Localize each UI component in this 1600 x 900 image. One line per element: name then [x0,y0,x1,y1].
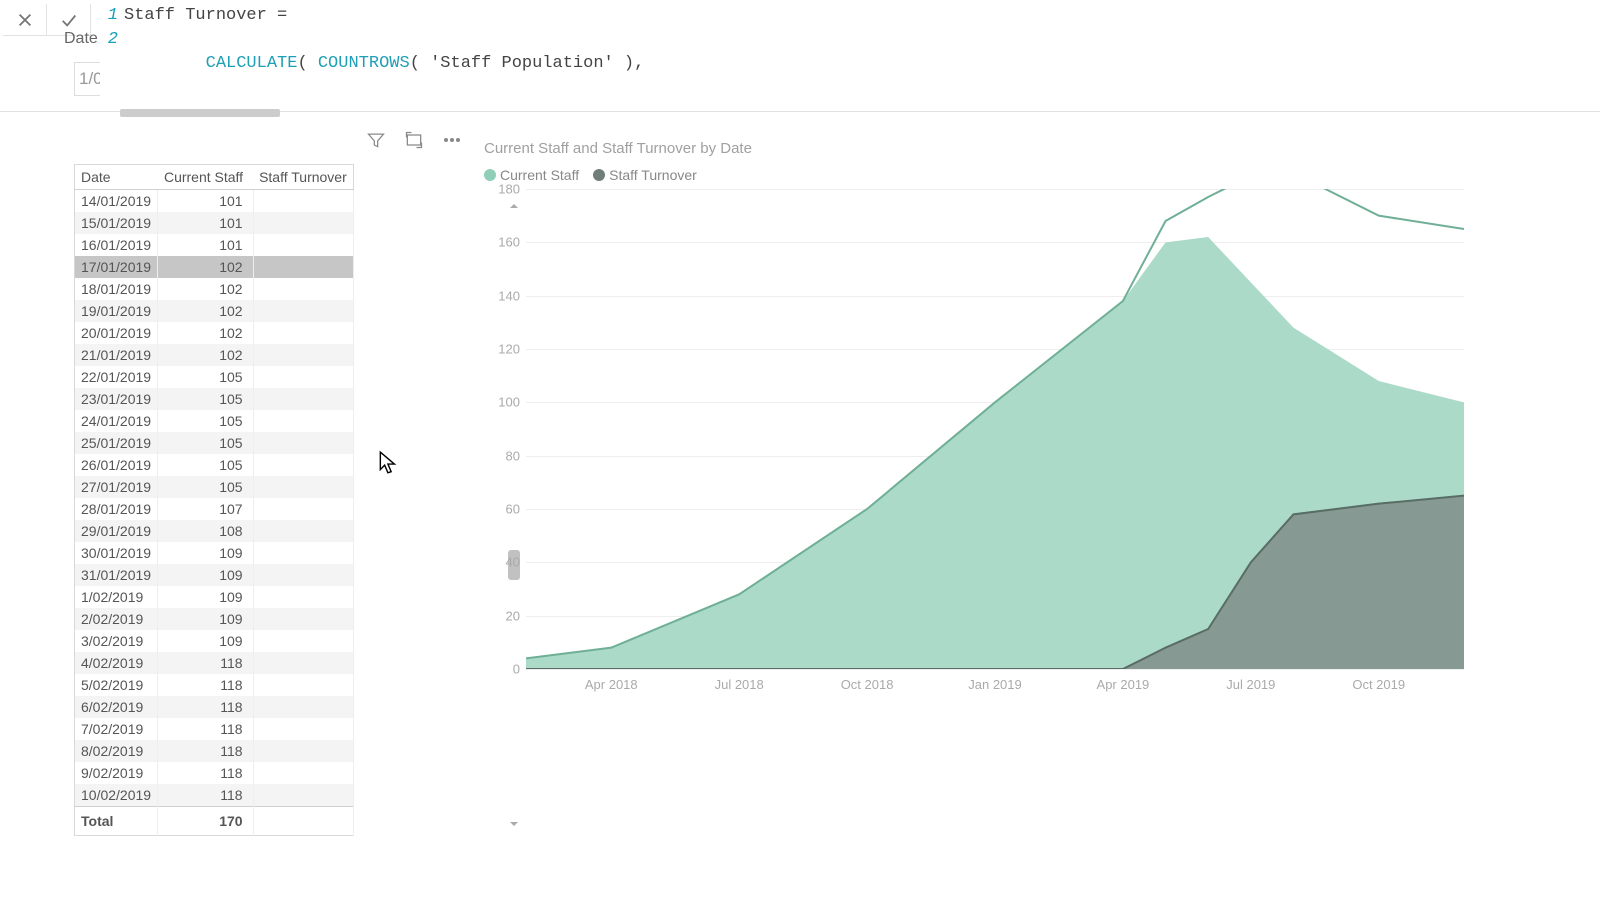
slicer-field-label: Date [64,30,98,48]
y-tick-label: 0 [513,662,520,677]
table-row[interactable]: 4/02/2019118 [75,652,354,674]
chart-title: Current Staff and Staff Turnover by Date [484,140,1580,157]
table-row[interactable]: 1/02/2019109 [75,586,354,608]
table-row[interactable]: 15/01/2019101 [75,212,354,234]
table-header-date[interactable]: Date [75,165,158,190]
legend-swatch-current-staff [484,169,496,181]
area-chart-visual[interactable]: Current Staff and Staff Turnover by Date… [484,134,1580,709]
chart-plot: 020406080100120140160180 Apr 2018Jul 201… [484,189,1464,709]
table-row[interactable]: 16/01/2019101 [75,234,354,256]
table-row[interactable]: 25/01/2019105 [75,432,354,454]
dax-formula-editor[interactable]: 1 Staff Turnover = 2 CALCULATE( COUNTROW… [100,4,1596,100]
table-row[interactable]: 28/01/2019107 [75,498,354,520]
x-tick-label: Jul 2018 [715,677,764,692]
table-row[interactable]: 18/01/2019102 [75,278,354,300]
y-tick-label: 40 [506,555,520,570]
y-tick-label: 140 [498,288,520,303]
y-tick-label: 20 [506,608,520,623]
table-header-current-staff[interactable]: Current Staff [158,165,253,190]
filter-icon[interactable] [364,128,388,152]
table-row[interactable]: 8/02/2019118 [75,740,354,762]
table-row[interactable]: 9/02/2019118 [75,762,354,784]
table-row[interactable]: 17/01/2019102 [75,256,354,278]
table-row[interactable]: 21/01/2019102 [75,344,354,366]
table-header-staff-turnover[interactable]: Staff Turnover [253,165,353,190]
chart-legend: Current Staff Staff Turnover [484,167,1580,183]
x-tick-label: Jan 2019 [968,677,1022,692]
table-row[interactable]: 29/01/2019108 [75,520,354,542]
legend-staff-turnover[interactable]: Staff Turnover [593,167,697,183]
x-tick-label: Apr 2019 [1097,677,1150,692]
table-total-label: Total [75,807,158,836]
table-row[interactable]: 14/01/2019101 [75,190,354,213]
table-row[interactable]: 26/01/2019105 [75,454,354,476]
more-options-icon[interactable] [440,128,464,152]
table-row[interactable]: 27/01/2019105 [75,476,354,498]
cancel-button[interactable] [3,4,47,36]
x-tick-label: Oct 2019 [1352,677,1405,692]
table-row[interactable]: 23/01/2019105 [75,388,354,410]
y-tick-label: 60 [506,502,520,517]
table-row[interactable]: 5/02/2019118 [75,674,354,696]
formula-bar-region: Date 1/06/ 1 Staff Turnover = 2 CALCULAT… [0,0,1600,112]
legend-swatch-staff-turnover [593,169,605,181]
table-row[interactable]: 10/02/2019118 [75,784,354,807]
formula-line-1: Staff Turnover = [124,4,287,28]
table-row[interactable]: 6/02/2019118 [75,696,354,718]
y-tick-label: 120 [498,342,520,357]
table-row[interactable]: 7/02/2019118 [75,718,354,740]
table-total-row: Total 170 [75,807,354,836]
y-tick-label: 180 [498,182,520,197]
chart-plot-area [526,189,1464,669]
focus-mode-icon[interactable] [402,128,426,152]
x-tick-label: Oct 2018 [841,677,894,692]
table-row[interactable]: 20/01/2019102 [75,322,354,344]
table-row[interactable]: 30/01/2019109 [75,542,354,564]
table-total-value: 170 [158,807,253,836]
y-tick-label: 160 [498,235,520,250]
table-row[interactable]: 22/01/2019105 [75,366,354,388]
chart-y-axis: 020406080100120140160180 [484,189,524,669]
table-row[interactable]: 31/01/2019109 [75,564,354,586]
x-tick-label: Apr 2018 [585,677,638,692]
y-tick-label: 80 [506,448,520,463]
y-tick-label: 100 [498,395,520,410]
x-tick-label: Jul 2019 [1226,677,1275,692]
table-row[interactable]: 3/02/2019109 [75,630,354,652]
table-row[interactable]: 19/01/2019102 [75,300,354,322]
table-header-row[interactable]: Date Current Staff Staff Turnover [75,165,354,190]
table-visual[interactable]: Date Current Staff Staff Turnover 14/01/… [74,134,444,836]
formula-horizontal-scrollbar[interactable] [120,109,280,117]
table-row[interactable]: 24/01/2019105 [75,410,354,432]
chart-x-axis: Apr 2018 Jul 2018 Oct 2018 Jan 2019 Apr 2019… [526,669,1464,709]
table-row[interactable]: 2/02/2019109 [75,608,354,630]
scroll-down-icon[interactable] [506,816,522,832]
formula-line-2: CALCULATE( COUNTROWS( 'Staff Population'… [124,28,644,100]
